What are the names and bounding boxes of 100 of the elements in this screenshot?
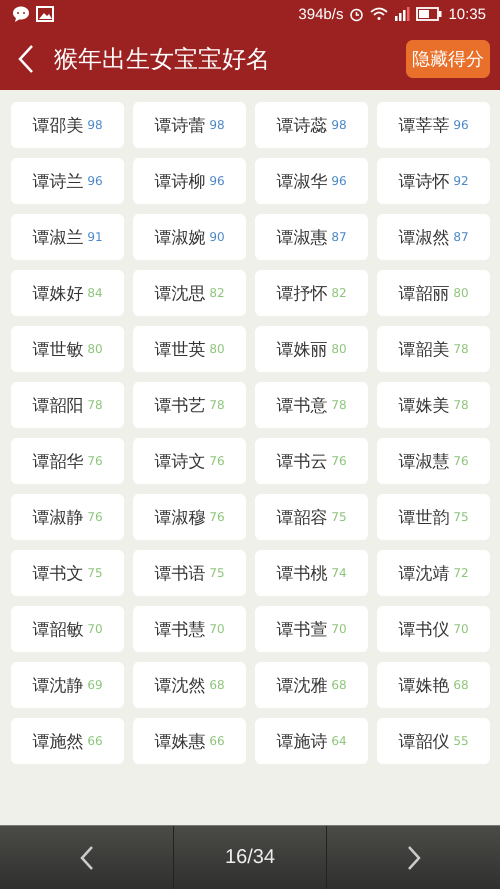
name-text: 谭施然 — [32, 730, 84, 752]
name-card[interactable]: 谭姝艳 68 — [377, 662, 490, 708]
name-card[interactable]: 谭沈然 68 — [133, 662, 246, 708]
score-text: 68 — [209, 678, 225, 692]
network-speed: 394b/s — [298, 6, 344, 22]
name-card[interactable]: 谭世韵 75 — [377, 494, 490, 540]
name-card[interactable]: 谭诗柳 96 — [133, 158, 246, 204]
name-card[interactable]: 谭淑惠 87 — [255, 214, 368, 260]
name-card[interactable]: 谭姝好 84 — [11, 270, 124, 316]
battery-icon — [416, 7, 442, 21]
name-card[interactable]: 谭施然 66 — [11, 718, 124, 764]
name-text: 谭诗柳 — [154, 170, 206, 192]
name-card[interactable]: 谭姝丽 80 — [255, 326, 368, 372]
score-text: 78 — [87, 398, 103, 412]
name-card[interactable]: 谭诗兰 96 — [11, 158, 124, 204]
name-card[interactable]: 谭书文 75 — [11, 550, 124, 596]
score-text: 80 — [209, 342, 225, 356]
name-card[interactable]: 谭诗蕾 98 — [133, 102, 246, 148]
name-card[interactable]: 谭施诗 64 — [255, 718, 368, 764]
score-text: 70 — [331, 622, 347, 636]
signal-icon — [394, 7, 410, 21]
name-text: 谭抒怀 — [276, 282, 328, 304]
score-text: 98 — [209, 118, 225, 132]
name-card[interactable]: 谭书语 75 — [133, 550, 246, 596]
name-card[interactable]: 谭世英 80 — [133, 326, 246, 372]
name-card[interactable]: 谭沈思 82 — [133, 270, 246, 316]
page-title: 猴年出生女宝宝好名 — [54, 44, 271, 75]
name-text: 谭姝丽 — [276, 338, 328, 360]
back-icon[interactable] — [18, 44, 34, 74]
score-text: 64 — [331, 734, 347, 748]
score-text: 72 — [453, 566, 469, 580]
chat-icon — [12, 6, 30, 22]
score-text: 82 — [209, 286, 225, 300]
name-card[interactable]: 谭沈雅 68 — [255, 662, 368, 708]
name-card[interactable]: 谭莘莘 96 — [377, 102, 490, 148]
name-card[interactable]: 谭世敏 80 — [11, 326, 124, 372]
name-text: 谭韶华 — [32, 450, 84, 472]
name-text: 谭诗怀 — [398, 170, 450, 192]
name-card[interactable]: 谭沈静 69 — [11, 662, 124, 708]
name-card[interactable]: 谭韶敏 70 — [11, 606, 124, 652]
name-card[interactable]: 谭韶仪 55 — [377, 718, 490, 764]
score-text: 76 — [331, 454, 347, 468]
page-indicator: 16/34 — [224, 846, 276, 869]
name-card[interactable]: 谭书意 78 — [255, 382, 368, 428]
name-card[interactable]: 谭韶丽 80 — [377, 270, 490, 316]
name-card[interactable]: 谭书仪 70 — [377, 606, 490, 652]
score-text: 87 — [331, 230, 347, 244]
name-card[interactable]: 谭韶阳 78 — [11, 382, 124, 428]
name-card[interactable]: 谭书艺 78 — [133, 382, 246, 428]
previous-page-icon[interactable] — [78, 844, 94, 870]
score-text: 91 — [87, 230, 103, 244]
name-text: 谭施诗 — [276, 730, 328, 752]
wifi-icon — [370, 7, 388, 21]
name-card[interactable]: 谭淑静 76 — [11, 494, 124, 540]
name-text: 谭韶丽 — [398, 282, 450, 304]
name-card[interactable]: 谭诗文 76 — [133, 438, 246, 484]
name-text: 谭韶阳 — [32, 394, 84, 416]
name-card[interactable]: 谭淑华 96 — [255, 158, 368, 204]
name-card[interactable]: 谭诗怀 92 — [377, 158, 490, 204]
name-card[interactable]: 谭淑然 87 — [377, 214, 490, 260]
next-page-icon[interactable] — [406, 844, 422, 870]
name-card[interactable]: 谭淑慧 76 — [377, 438, 490, 484]
name-card[interactable]: 谭书慧 70 — [133, 606, 246, 652]
score-text: 69 — [87, 678, 103, 692]
name-text: 谭淑惠 — [276, 226, 328, 248]
name-card[interactable]: 谭书萱 70 — [255, 606, 368, 652]
name-card[interactable]: 谭韶容 75 — [255, 494, 368, 540]
score-text: 74 — [331, 566, 347, 580]
name-card[interactable]: 谭淑婉 90 — [133, 214, 246, 260]
name-text: 谭诗蕾 — [154, 114, 206, 136]
image-icon — [36, 6, 54, 22]
score-text: 76 — [87, 454, 103, 468]
name-card[interactable]: 谭邵美 98 — [11, 102, 124, 148]
score-text: 70 — [453, 622, 469, 636]
name-card[interactable]: 谭抒怀 82 — [255, 270, 368, 316]
name-text: 谭淑华 — [276, 170, 328, 192]
score-text: 70 — [209, 622, 225, 636]
name-card[interactable]: 谭书桃 74 — [255, 550, 368, 596]
name-card[interactable]: 谭书云 76 — [255, 438, 368, 484]
name-text: 谭沈静 — [32, 674, 84, 696]
score-text: 98 — [331, 118, 347, 132]
name-text: 谭世敏 — [32, 338, 84, 360]
name-card[interactable]: 谭淑穆 76 — [133, 494, 246, 540]
score-text: 96 — [87, 174, 103, 188]
name-text: 谭书仪 — [398, 618, 450, 640]
name-text: 谭沈靖 — [398, 562, 450, 584]
name-card[interactable]: 谭淑兰 91 — [11, 214, 124, 260]
name-card[interactable]: 谭沈靖 72 — [377, 550, 490, 596]
name-card[interactable]: 谭韶美 78 — [377, 326, 490, 372]
name-card[interactable]: 谭韶华 76 — [11, 438, 124, 484]
name-text: 谭姝惠 — [154, 730, 206, 752]
name-card[interactable]: 谭姝美 78 — [377, 382, 490, 428]
name-text: 谭书意 — [276, 394, 328, 416]
name-card[interactable]: 谭姝惠 66 — [133, 718, 246, 764]
score-text: 80 — [87, 342, 103, 356]
score-text: 78 — [453, 398, 469, 412]
name-card[interactable]: 谭诗蕊 98 — [255, 102, 368, 148]
score-text: 75 — [331, 510, 347, 524]
score-text: 66 — [209, 734, 225, 748]
name-text: 谭韶容 — [276, 506, 328, 528]
